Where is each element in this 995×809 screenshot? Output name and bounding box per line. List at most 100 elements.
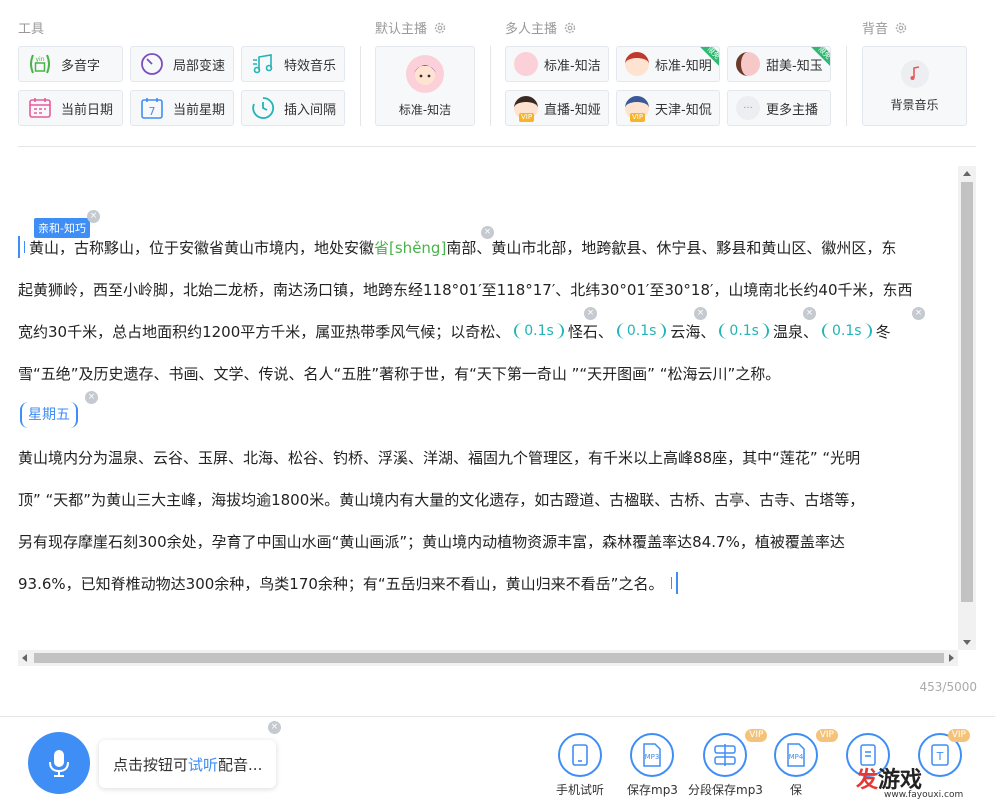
phone-icon (558, 733, 602, 777)
close-icon[interactable]: × (87, 210, 100, 223)
scroll-up-icon[interactable] (963, 171, 971, 176)
free-badge: 限免 (809, 47, 830, 68)
tool-current-date-button[interactable]: 当前日期 (18, 90, 123, 126)
gear-icon[interactable] (563, 21, 577, 35)
bgm-section-title: 背音 (862, 18, 908, 37)
tool-effect-music-button[interactable]: 特效音乐 (241, 46, 345, 82)
pause-mark[interactable]: 0.1s (822, 323, 872, 339)
t-icon-text: T (936, 750, 944, 763)
listen-link[interactable]: 试听 (188, 754, 218, 775)
more-voices-button[interactable]: ··· 更多主播 (727, 90, 831, 126)
text-segment: 宽约30千米，总占地面积约1200平方千米，属亚热带季风气候；以奇松、 (18, 322, 511, 341)
gear-icon[interactable] (433, 21, 447, 35)
default-voice-card[interactable]: 标准-知洁 (375, 46, 475, 126)
tool-label: 当前星期 (173, 102, 226, 118)
tool-label: 特效音乐 (284, 58, 337, 74)
save-mp4-button[interactable]: MP4 VIP 保 (774, 729, 838, 798)
horizontal-scrollbar[interactable] (18, 650, 958, 666)
voice-label: 更多主播 (766, 102, 819, 118)
text-line: 顶” “天都”为黄山三大主峰，海拔均逾1800米。黄山境内有大量的文化遗存，如古… (18, 490, 865, 509)
tool-polyphone-button[interactable]: yin 多音字 (18, 46, 123, 82)
avatar (406, 54, 444, 93)
close-icon[interactable]: × (481, 226, 494, 239)
text-segment: 温泉、 (772, 322, 818, 341)
pause-mark[interactable]: 0.1s (719, 323, 769, 339)
vip-badge: VIP (745, 729, 768, 742)
weekday-mark[interactable]: 星期五 (20, 402, 78, 428)
close-icon[interactable]: × (268, 721, 281, 734)
text-segment: 南部、黄山市北部，地跨歙县、休宁县、黟县和黄山区、徽州区，东 (446, 238, 897, 257)
save-mp3-button[interactable]: MP3 保存mp3 (627, 733, 678, 798)
tool-current-weekday-button[interactable]: 7 当前星期 (130, 90, 234, 126)
toolbar-divider (490, 46, 491, 126)
voice-button[interactable]: VIP 直播-知娅 (505, 90, 609, 126)
text-cursor (676, 572, 679, 594)
close-icon[interactable]: × (803, 307, 816, 320)
tool-speed-button[interactable]: 局部变速 (130, 46, 234, 82)
scroll-thumb[interactable] (34, 653, 944, 663)
text-line: 黄山境内分为温泉、云谷、玉屏、北海、松谷、钓桥、浮溪、洋湖、福固九个管理区，有千… (18, 448, 861, 467)
voice-button[interactable]: VIP 天津-知侃 (616, 90, 720, 126)
scroll-right-icon[interactable] (949, 654, 954, 662)
avatar (736, 52, 760, 76)
voice-button[interactable]: 标准-知明 限免 (616, 46, 720, 82)
text-t-button[interactable]: T VIP (918, 729, 970, 781)
action-label: 保 (789, 783, 802, 797)
gear-icon[interactable] (894, 21, 908, 35)
text-line: 起黄狮岭，西至小岭脚，北始二龙桥，南达汤口镇，地跨东经118°01′至118°1… (18, 280, 913, 299)
scroll-thumb[interactable] (961, 182, 973, 602)
speed-icon (139, 51, 165, 77)
microphone-icon (49, 750, 69, 777)
text-editor[interactable]: 亲和-知巧 × 黄山，古称黟山，位于安徽省黄山市境内，地处安徽 省[shěng] 南… (18, 166, 958, 652)
avatar: VIP (625, 96, 649, 122)
more-icon: ··· (736, 96, 760, 120)
tool-insert-interval-button[interactable]: 插入间隔 (241, 90, 345, 126)
polyphone-icon-text: yin (35, 56, 44, 63)
voice-marker (24, 241, 25, 253)
vip-badge: VIP (947, 729, 970, 742)
close-icon[interactable]: × (694, 307, 707, 320)
close-icon[interactable]: × (85, 391, 98, 404)
vip-badge: VIP (519, 113, 535, 122)
default-voice-label: 标准-知洁 (398, 102, 452, 117)
voice-button[interactable]: 甜美-知玉 限免 (727, 46, 831, 82)
tool-label: 局部变速 (173, 58, 226, 74)
pause-mark[interactable]: 0.1s (514, 323, 564, 339)
text-line: 雪“五绝”及历史遗存、书画、文学、传说、名人“五胜”著称于世，有“天下第一奇山 … (18, 364, 781, 383)
text-line: 宽约30千米，总占地面积约1200平方千米，属亚热带季风气候；以奇松、 0.1s… (18, 314, 891, 348)
text-line: 另有现存摩崖石刻300余处，孕育了中国山水画“黄山画派”；黄山境内动植物资源丰富… (18, 532, 845, 551)
vip-badge: VIP (815, 729, 838, 742)
mp4-file-icon: MP4 VIP (774, 729, 838, 777)
action-label: 保存mp3 (627, 783, 678, 797)
tool-label: 多音字 (61, 58, 101, 74)
text-segment: 93.6%，已知脊椎动物达300余种，鸟类170余种；有“五岳归来不看山，黄山归… (18, 574, 664, 593)
polyphone-mark[interactable]: 省[shěng] (374, 237, 446, 258)
voice-button[interactable]: 标准-知洁 (505, 46, 609, 82)
close-icon[interactable]: × (912, 307, 925, 320)
default-anchor-section-title: 默认主播 (375, 18, 447, 37)
toolbar-divider (360, 46, 361, 126)
vertical-scrollbar[interactable] (958, 166, 976, 650)
editor-divider (18, 146, 976, 147)
avatar (514, 52, 538, 76)
pause-mark[interactable]: 0.1s (616, 323, 667, 339)
scroll-left-icon[interactable] (22, 654, 27, 662)
music-note-icon (250, 51, 276, 77)
action-label: 手机试听 (556, 783, 605, 797)
multi-anchor-section-title: 多人主播 (505, 18, 577, 37)
voice-marker (671, 577, 673, 589)
listen-hint: 点击按钮可 试听 配音... (99, 740, 277, 788)
voice-label: 直播-知娅 (544, 102, 601, 118)
bgm-label: 背景音乐 (890, 97, 939, 112)
bgm-card[interactable]: 背景音乐 (862, 46, 967, 126)
record-button[interactable] (28, 732, 90, 794)
scroll-down-icon[interactable] (963, 640, 971, 645)
action-label: 分段保存mp3 (688, 783, 763, 797)
text-t-icon: T VIP (918, 729, 970, 777)
voice-label: 天津-知侃 (655, 102, 712, 118)
watermark-url: www.fayouxi.com (884, 790, 964, 800)
segment-save-icon: VIP (703, 729, 768, 777)
phone-preview-button[interactable]: 手机试听 (556, 733, 604, 798)
segment-save-mp3-button[interactable]: VIP 分段保存mp3 (688, 729, 768, 798)
close-icon[interactable]: × (584, 307, 597, 320)
